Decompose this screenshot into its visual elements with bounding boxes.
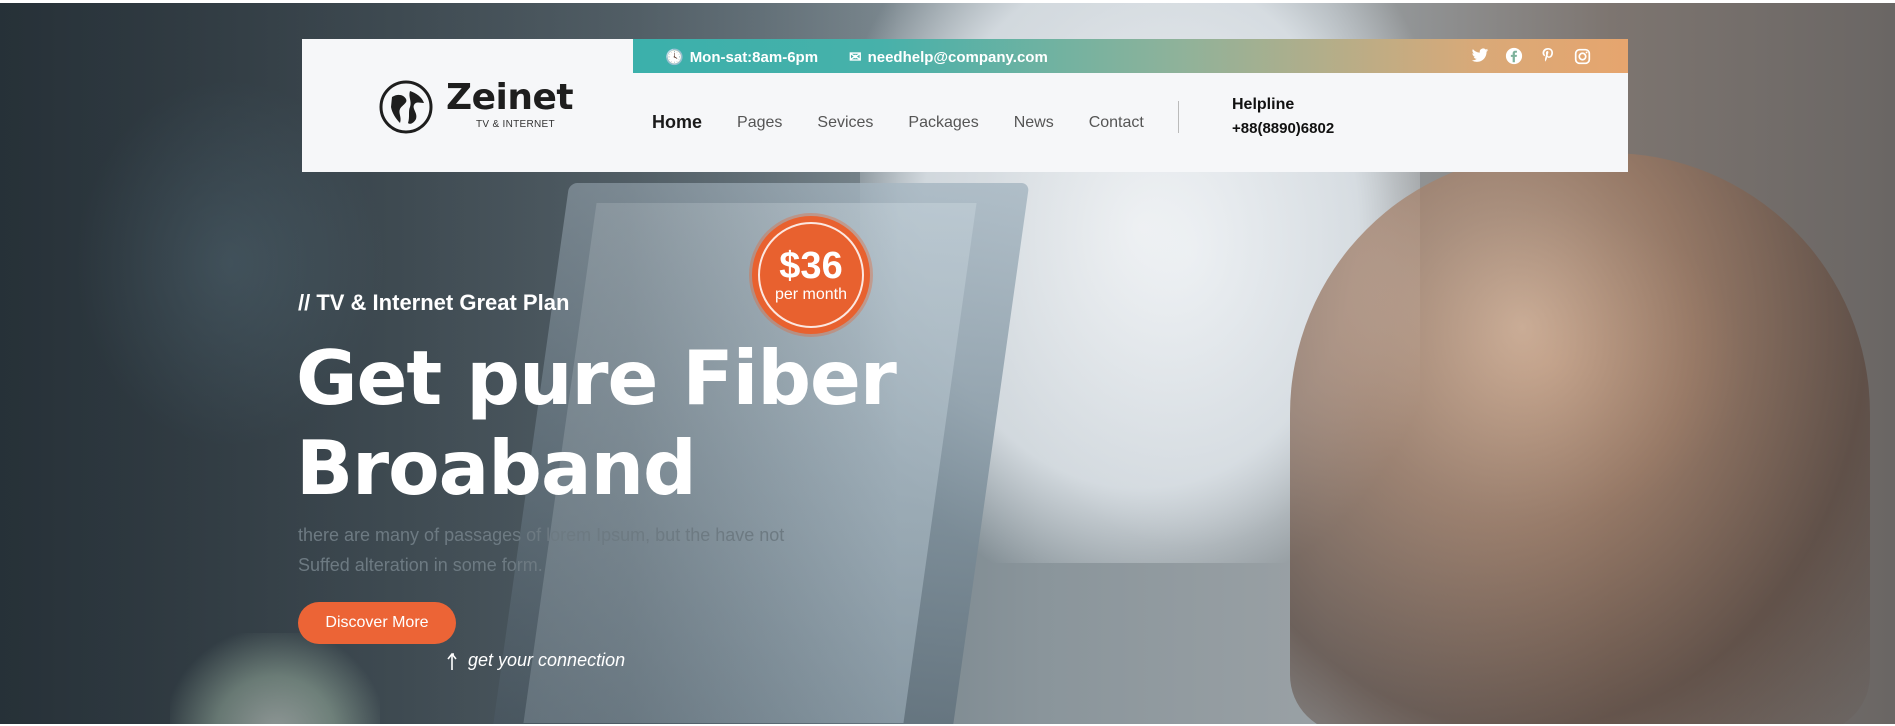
- business-hours-text: Mon-sat:8am-6pm: [689, 48, 819, 66]
- nav-item-news[interactable]: News: [1014, 114, 1054, 132]
- globe-icon: [379, 80, 433, 134]
- hero-description-line-1: there are many of passages of lorem Ipsu…: [298, 525, 785, 545]
- cta-note-text: get your connection: [468, 650, 626, 670]
- instagram-icon[interactable]: [1572, 46, 1592, 66]
- discover-more-button[interactable]: Discover More: [298, 602, 456, 644]
- helpline-label: Helpline: [1232, 96, 1295, 113]
- hero-headline: Get pure Fiber Broaband: [296, 333, 936, 513]
- hero-description-line-2: Suffed alteration in some form.: [298, 555, 543, 575]
- price-period: per month: [774, 286, 848, 303]
- header-topbar: 🕓 Mon-sat:8am-6pm ✉ needhelp@company.com: [633, 39, 1628, 73]
- brand-tagline: TV & INTERNET: [476, 119, 555, 130]
- header-divider: [1178, 101, 1179, 133]
- price-amount: $36: [779, 245, 843, 287]
- nav-item-packages[interactable]: Packages: [908, 114, 978, 132]
- hero-description: there are many of passages of lorem Ipsu…: [298, 520, 858, 580]
- brand-name: Zeinet: [446, 77, 574, 118]
- cta-note: get your connection: [446, 650, 625, 671]
- nav-item-home[interactable]: Home: [652, 112, 702, 133]
- nav-item-contact[interactable]: Contact: [1089, 114, 1144, 132]
- helpline: Helpline +88(8890)6802: [1232, 96, 1334, 137]
- main-nav: Home Pages Sevices Packages News Contact: [652, 112, 1179, 133]
- site-logo[interactable]: Zeinet TV & INTERNET: [378, 75, 578, 139]
- hero-headline-line-1: Get pure Fiber: [296, 334, 897, 422]
- envelope-icon: ✉: [849, 49, 862, 66]
- contact-email-text[interactable]: needhelp@company.com: [868, 49, 1048, 66]
- pinterest-icon[interactable]: [1538, 46, 1558, 66]
- contact-email[interactable]: ✉ needhelp@company.com: [849, 48, 1048, 67]
- hero-headline-line-2: Broaband: [296, 424, 697, 512]
- curved-arrow-up-icon: [447, 652, 457, 670]
- clock-icon: 🕓: [665, 49, 684, 66]
- social-links: [1470, 46, 1592, 66]
- twitter-icon[interactable]: [1470, 46, 1490, 66]
- nav-item-services[interactable]: Sevices: [817, 114, 873, 132]
- business-hours: 🕓 Mon-sat:8am-6pm: [665, 48, 819, 67]
- facebook-icon[interactable]: [1504, 46, 1524, 66]
- hero-eyebrow: // TV & Internet Great Plan: [298, 290, 570, 315]
- site-header: Zeinet TV & INTERNET 🕓 Mon-sat:8am-6pm ✉…: [302, 39, 1628, 172]
- hero-photo-woman: [1290, 153, 1870, 724]
- price-badge: $36 per month: [752, 216, 870, 334]
- nav-item-pages[interactable]: Pages: [737, 114, 782, 132]
- helpline-number[interactable]: +88(8890)6802: [1232, 120, 1334, 137]
